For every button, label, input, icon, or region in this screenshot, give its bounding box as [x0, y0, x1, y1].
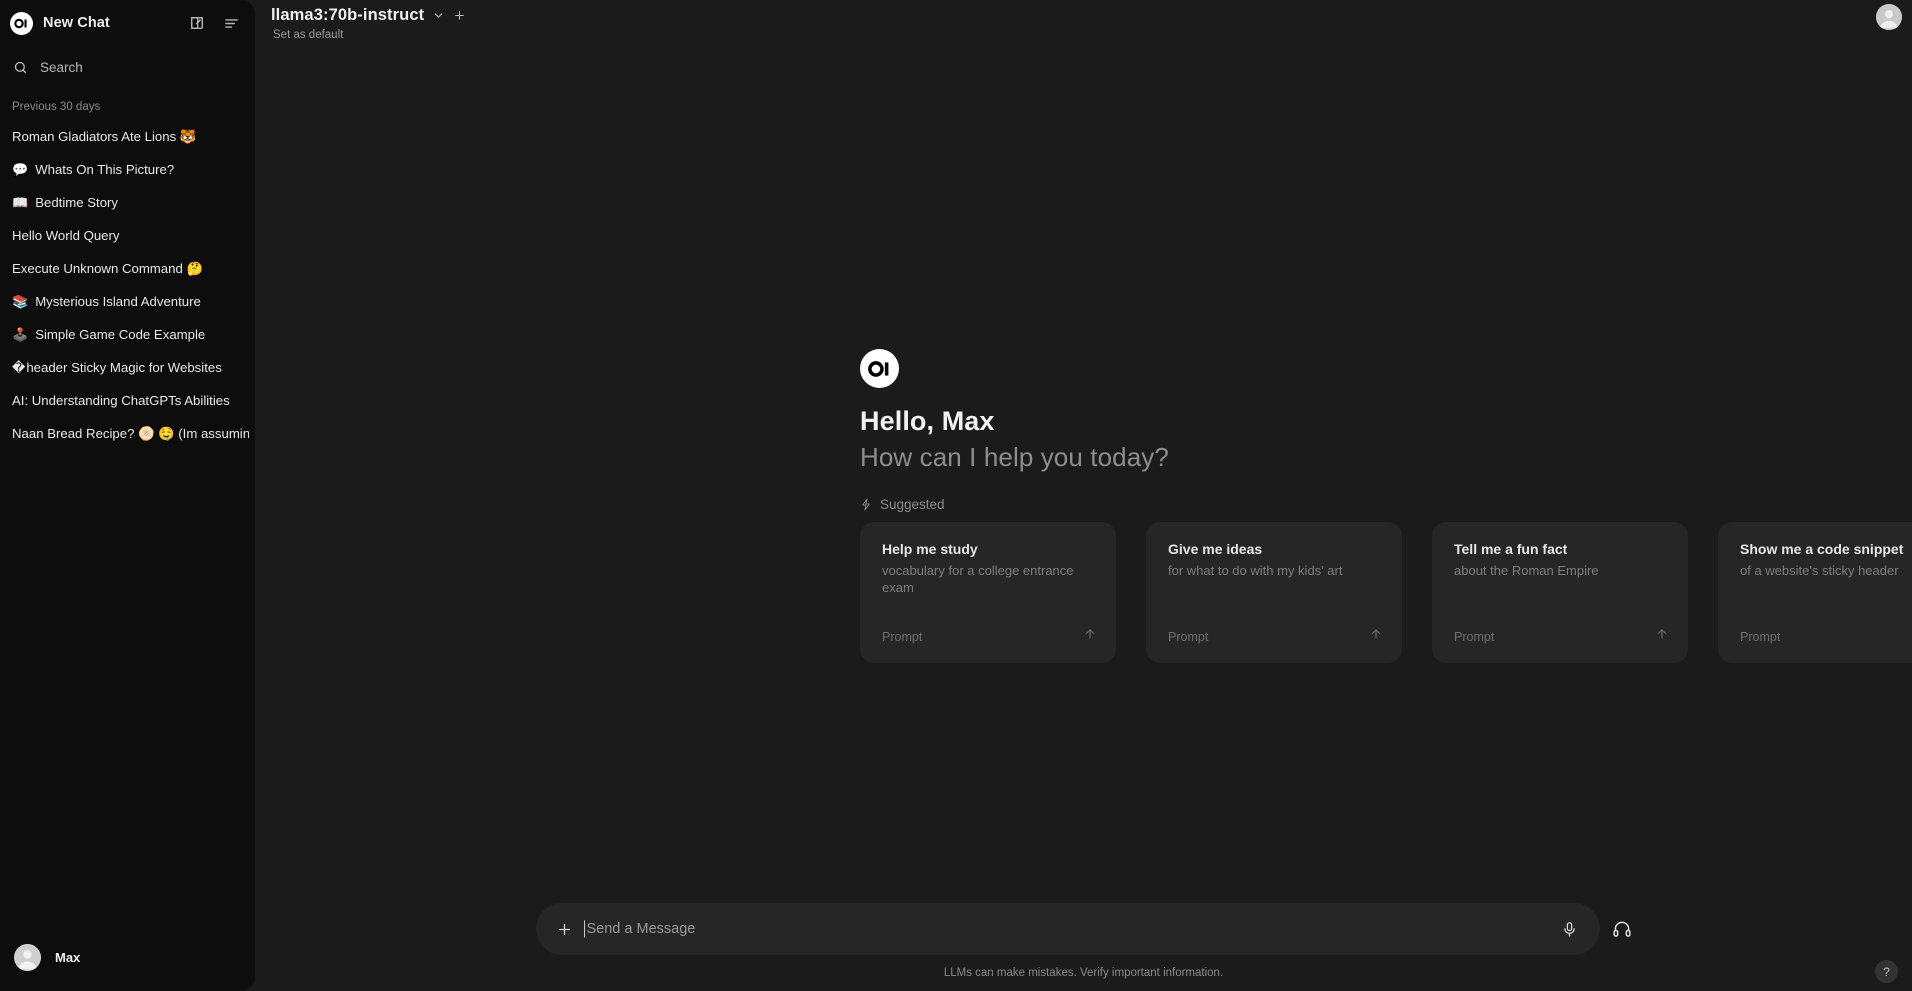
suggestion-cards: Help me study vocabulary for a college e…: [860, 522, 1912, 663]
user-profile-button[interactable]: Max: [0, 931, 255, 991]
list-item[interactable]: 📚 Mysterious Island Adventure: [0, 285, 255, 318]
suggestion-title: Give me ideas: [1168, 541, 1263, 557]
list-item[interactable]: AI: Understanding ChatGPTs Abilities: [0, 384, 255, 417]
prompt-label: Prompt: [1454, 629, 1495, 644]
new-chat-icon[interactable]: [185, 11, 209, 35]
chat-emoji-icon: �: [12, 360, 26, 375]
page-subtitle: How can I help you today?: [860, 442, 1169, 472]
suggestion-footer: Prompt: [1740, 627, 1912, 663]
model-selector[interactable]: llama3:70b-instruct: [271, 6, 1912, 25]
composer-area: Send a Message LLMs can make mistakes. V…: [255, 903, 1912, 991]
attach-plus-icon[interactable]: [556, 921, 573, 938]
list-item[interactable]: Execute Unknown Command 🤔: [0, 252, 255, 285]
model-name: llama3:70b-instruct: [271, 6, 425, 24]
top-bar: llama3:70b-instruct Set as default: [255, 0, 1912, 52]
suggestion-card[interactable]: Tell me a fun fact about the Roman Empir…: [1432, 522, 1688, 663]
sidebar-group-label: Previous 30 days: [12, 101, 101, 113]
suggested-label: Suggested: [880, 497, 945, 512]
set-as-default-button[interactable]: Set as default: [271, 29, 1912, 41]
suggestion-subtitle: about the Roman Empire: [1454, 563, 1599, 578]
chat-title: Naan Bread Recipe? 🫓 🤤 (Im assuming): [12, 425, 249, 441]
prompt-label: Prompt: [1168, 629, 1209, 644]
page-title: Hello, Max: [860, 406, 995, 436]
chat-history-list: Roman Gladiators Ate Lions 🐯 💬 Whats On T…: [0, 120, 255, 931]
chat-emoji-icon: 💬: [12, 162, 29, 177]
chat-title: Whats On This Picture?: [35, 162, 175, 177]
main-area: llama3:70b-instruct Set as default Hello…: [255, 0, 1912, 991]
headphones-icon[interactable]: [1612, 919, 1632, 939]
disclaimer-text: LLMs can make mistakes. Verify important…: [943, 967, 1224, 979]
sidebar-title: New Chat: [43, 15, 110, 31]
sidebar: New Chat Search Previous 30 days Roman G…: [0, 0, 255, 991]
message-input-placeholder[interactable]: Send a Message: [587, 921, 1547, 937]
arrow-up-icon: [1369, 627, 1383, 646]
message-input-container[interactable]: Send a Message: [535, 903, 1600, 955]
list-item[interactable]: Hello World Query: [0, 219, 255, 252]
chat-emoji-icon: 📖: [12, 195, 29, 210]
list-item[interactable]: 💬 Whats On This Picture?: [0, 153, 255, 186]
search-input[interactable]: Search: [0, 51, 255, 83]
suggested-label-row: Suggested: [860, 497, 1912, 512]
suggestion-footer: Prompt: [1454, 627, 1669, 663]
search-placeholder: Search: [40, 59, 83, 75]
chat-title: AI: Understanding ChatGPTs Abilities: [12, 393, 230, 408]
chat-emoji-icon: 📚: [12, 294, 29, 309]
arrow-up-icon: [1083, 627, 1097, 646]
chat-title: Hello World Query: [12, 228, 120, 243]
list-item[interactable]: 🕹️ Simple Game Code Example: [0, 318, 255, 351]
content-area: Hello, Max How can I help you today? Sug…: [255, 52, 1912, 903]
chat-title: Execute Unknown Command 🤔: [12, 260, 203, 276]
suggestion-subtitle: of a website's sticky header: [1740, 563, 1899, 578]
user-name: Max: [55, 949, 81, 965]
composer-row: Send a Message: [535, 903, 1632, 955]
add-model-icon[interactable]: [453, 9, 466, 22]
chevron-down-icon[interactable]: [432, 9, 445, 22]
suggestion-title: Help me study: [882, 541, 978, 557]
suggestion-title: Tell me a fun fact: [1454, 541, 1568, 557]
openwebui-logo-icon: [10, 11, 33, 35]
suggestion-card[interactable]: Show me a code snippet of a website's st…: [1718, 522, 1912, 663]
sparkle-icon: [860, 498, 873, 511]
greeting-block: Hello, Max How can I help you today? Sug…: [860, 349, 1912, 512]
chat-title: Mysterious Island Adventure: [35, 294, 201, 309]
suggestion-title: Show me a code snippet: [1740, 541, 1904, 557]
list-item[interactable]: Naan Bread Recipe? 🫓 🤤 (Im assuming): [0, 417, 255, 450]
prompt-label: Prompt: [882, 629, 923, 644]
chat-title: Simple Game Code Example: [35, 327, 206, 342]
arrow-up-icon: [1655, 627, 1669, 646]
openwebui-logo-icon: [860, 349, 899, 388]
suggestion-subtitle: vocabulary for a college entrance exam: [882, 563, 1074, 595]
suggestion-footer: Prompt: [1168, 627, 1383, 663]
suggestion-subtitle: for what to do with my kids' art: [1168, 563, 1343, 578]
suggestion-card[interactable]: Help me study vocabulary for a college e…: [860, 522, 1116, 663]
microphone-icon[interactable]: [1561, 921, 1578, 938]
list-item[interactable]: � header Sticky Magic for Websites: [0, 351, 255, 384]
chat-emoji-icon: 🕹️: [12, 327, 29, 342]
list-item[interactable]: Roman Gladiators Ate Lions 🐯: [0, 120, 255, 153]
search-icon: [13, 60, 28, 75]
avatar[interactable]: [1876, 4, 1902, 30]
panel-toggle-icon[interactable]: [219, 11, 243, 35]
suggestion-card[interactable]: Give me ideas for what to do with my kid…: [1146, 522, 1402, 663]
help-button[interactable]: ?: [1875, 960, 1898, 983]
sidebar-header: New Chat: [0, 0, 255, 46]
chat-title: Bedtime Story: [35, 195, 119, 210]
avatar: [14, 943, 41, 971]
chat-title: Roman Gladiators Ate Lions 🐯: [12, 128, 197, 144]
chat-title: header Sticky Magic for Websites: [26, 360, 222, 375]
list-item[interactable]: 📖 Bedtime Story: [0, 186, 255, 219]
suggestion-footer: Prompt: [882, 627, 1097, 663]
prompt-label: Prompt: [1740, 629, 1781, 644]
